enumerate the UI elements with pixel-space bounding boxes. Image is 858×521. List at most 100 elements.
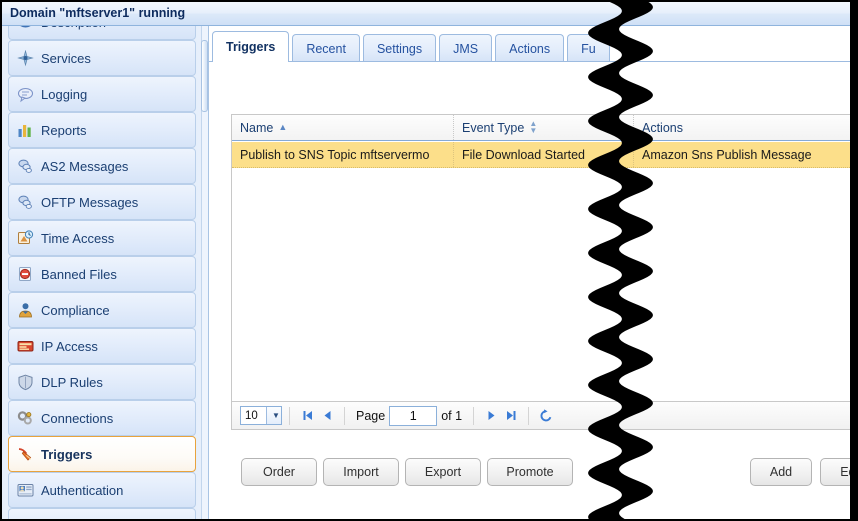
sidebar-item-partial[interactable] [8,508,196,519]
tab-label: JMS [453,42,478,56]
sidebar-item-services[interactable]: Services [8,40,196,76]
window-frame-left [0,0,2,521]
tab-actions[interactable]: Actions [495,34,564,62]
next-page-icon[interactable] [481,406,501,426]
sidebar-item-label: Description [41,26,106,30]
sidebar-item-dlp-rules[interactable]: DLP Rules [8,364,196,400]
tab-label: Triggers [226,40,275,54]
button-label: Add [770,465,792,479]
sidebar-item-label: Connections [41,411,113,426]
sidebar-item-label: Reports [41,123,87,138]
triggers-icon [17,446,34,463]
page-size-value: 10 [241,410,258,422]
sidebar-item-label: Authentication [41,483,123,498]
edit-button[interactable]: Edit [820,458,850,486]
grid-column-header-label: Name [240,121,273,135]
sidebar-item-time-access[interactable]: Time Access [8,220,196,256]
button-label: Import [343,465,378,479]
table-row[interactable]: Publish to SNS Topic mftservermoFile Dow… [232,142,850,168]
sidebar-item-reports[interactable]: Reports [8,112,196,148]
tab-label: Actions [509,42,550,56]
sidebar-item-authentication[interactable]: Authentication [8,472,196,508]
grid-column-header-label: Actions [642,121,683,135]
sidebar-scrollbar-thumb[interactable] [201,40,208,112]
window-titlebar: Domain "mftserver1" running [2,2,850,26]
sidebar-item-logging[interactable]: Logging [8,76,196,112]
button-label: Order [263,465,295,479]
tab-fu[interactable]: Fu [567,34,610,62]
sidebar-item-label: Logging [41,87,87,102]
table-cell: Amazon Sns Publish Message [634,142,850,167]
triggers-tab-panel: Name ▲ Event Type▲▼ Actions Publish to SNS … [209,62,850,519]
sidebar-item-label: IP Access [41,339,98,354]
button-label: Export [425,465,461,479]
refresh-icon[interactable] [536,406,556,426]
grid-header-row: Name ▲ Event Type▲▼ Actions [232,115,850,141]
sidebar-item-label: Time Access [41,231,114,246]
sidebar-item-connections[interactable]: Connections [8,400,196,436]
main-content-area: Triggers Recent Settings JMS Actions Fu Name ▲… [209,26,850,519]
logging-icon [17,86,34,103]
grid-column-header-name[interactable]: Name ▲ [232,115,454,140]
table-cell: Publish to SNS Topic mftservermo [232,142,454,167]
table-cell: File Download Started [454,142,634,167]
tab-settings[interactable]: Settings [363,34,436,62]
import-button[interactable]: Import [323,458,399,486]
tab-jms[interactable]: JMS [439,34,492,62]
ip-access-icon [17,338,34,355]
tab-label: Fu [581,42,596,56]
connections-icon [17,410,34,427]
promote-button[interactable]: Promote [487,458,573,486]
triggers-grid: Name ▲ Event Type▲▼ Actions Publish to SNS … [231,114,850,430]
grid-column-header-event-type[interactable]: Event Type▲▼ [454,115,634,140]
dlp-rules-icon [17,374,34,391]
page-total-label: of 1 [441,409,462,423]
tab-triggers[interactable]: Triggers [212,31,289,62]
sidebar-item-label: DLP Rules [41,375,103,390]
export-button[interactable]: Export [405,458,481,486]
compliance-icon [17,302,34,319]
sidebar-item-as2-messages[interactable]: AS2 Messages [8,148,196,184]
tab-label: Settings [377,42,422,56]
page-number-input[interactable]: 1 [389,406,437,426]
banned-files-icon [17,266,34,283]
sidebar-item-label: OFTP Messages [41,195,138,210]
window-frame-top [0,0,858,2]
grid-action-buttons: Order Import Export Promote Add Edit [231,458,850,490]
previous-page-icon[interactable] [317,406,337,426]
tab-label: Recent [306,42,346,56]
pager-divider [289,407,290,425]
window-title: Domain "mftserver1" running [10,6,185,20]
chevron-down-icon: ▼ [266,407,281,424]
sidebar-item-ip-access[interactable]: IP Access [8,328,196,364]
sidebar-item-label: Compliance [41,303,110,318]
sidebar-item-label: Triggers [41,447,92,462]
sidebar-item-banned-files[interactable]: Banned Files [8,256,196,292]
sort-ascending-icon: ▲ [278,123,287,132]
tab-strip: Triggers Recent Settings JMS Actions Fu [209,30,850,62]
reports-icon [17,122,34,139]
pager-divider-2 [344,407,345,425]
application-window: Domain "mftserver1" running Description S… [0,0,858,521]
grid-pagination-toolbar: 10 ▼ Page 1 of 1 [232,401,850,429]
tab-recent[interactable]: Recent [292,34,360,62]
sidebar-item-label: Banned Files [41,267,117,282]
grid-column-header-actions[interactable]: Actions [634,115,850,140]
services-icon [17,50,34,67]
first-page-icon[interactable] [297,406,317,426]
sidebar-scrollbar-track[interactable] [201,26,208,519]
order-button[interactable]: Order [241,458,317,486]
button-label: Edit [840,465,850,479]
sidebar-item-oftp-messages[interactable]: OFTP Messages [8,184,196,220]
pager-divider-4 [528,407,529,425]
as2-messages-icon [17,158,34,175]
last-page-icon[interactable] [501,406,521,426]
sidebar-item-label: AS2 Messages [41,159,128,174]
sidebar-item-description[interactable]: Description [8,26,196,40]
window-frame-right [850,0,858,521]
page-size-select[interactable]: 10 ▼ [240,406,282,425]
sidebar-item-triggers[interactable]: Triggers [8,436,196,472]
description-icon [17,26,34,31]
add-button[interactable]: Add [750,458,812,486]
sidebar-item-compliance[interactable]: Compliance [8,292,196,328]
